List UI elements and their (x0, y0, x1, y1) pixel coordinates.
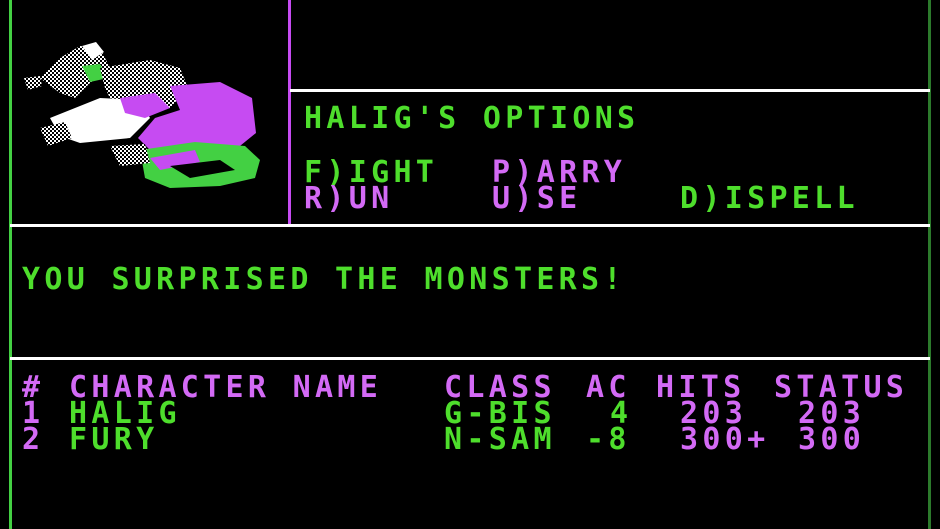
frame-portrait-divider (288, 0, 291, 226)
row-hits: 300+ (680, 422, 770, 457)
row-class: N-SAM (444, 422, 556, 457)
upper-divider (10, 224, 930, 227)
options-title: HALIG'S OPTIONS (304, 101, 640, 136)
row-status: 300 (798, 422, 866, 457)
row-ac: -8 (586, 422, 631, 457)
game-screen: HALIG'S OPTIONS F)IGHT P)ARRY R)UN U)SE … (0, 0, 940, 529)
row-number: 2 (22, 422, 45, 457)
lower-divider (10, 357, 930, 360)
row-name: FURY (69, 422, 159, 457)
options-top-divider (290, 89, 930, 92)
combat-message: YOU SURPRISED THE MONSTERS! (22, 262, 626, 297)
option-dispell[interactable]: D)ISPELL (680, 184, 859, 214)
option-run[interactable]: R)UN (304, 184, 393, 214)
frame-left-border (9, 0, 12, 529)
option-use[interactable]: U)SE (492, 184, 581, 214)
monster-portrait-icon (24, 42, 260, 188)
frame-right-border (928, 0, 931, 529)
